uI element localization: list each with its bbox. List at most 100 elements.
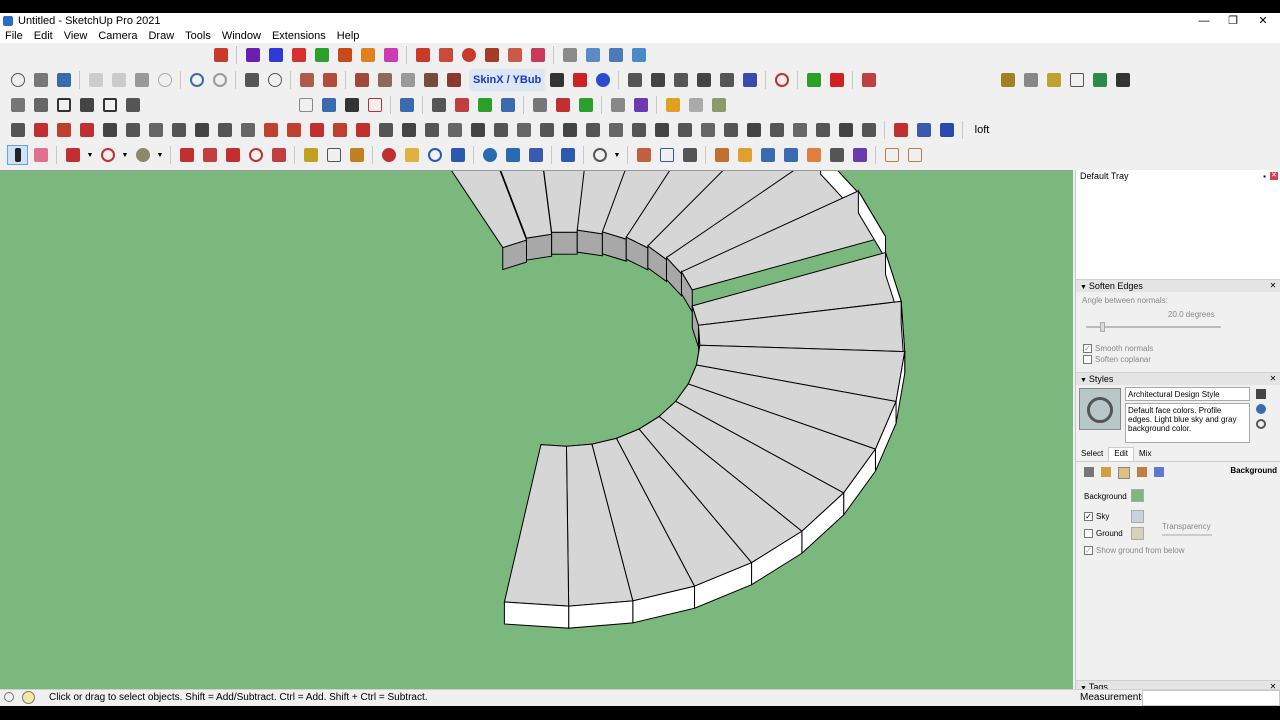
- smooth-normals-row[interactable]: ✓ Smooth normals: [1083, 344, 1153, 354]
- background-settings-icon[interactable]: [1118, 467, 1130, 479]
- tool-icon[interactable]: [651, 120, 672, 140]
- extrude-tool-button[interactable]: [357, 45, 378, 65]
- pipe-icon[interactable]: [607, 95, 628, 115]
- curve-icon[interactable]: [364, 95, 385, 115]
- chevron-down-icon[interactable]: ▼: [120, 145, 130, 165]
- tool-icon[interactable]: [697, 120, 718, 140]
- line-icon[interactable]: [474, 95, 495, 115]
- zoom-extents-icon[interactable]: [447, 145, 468, 165]
- view-iso-icon[interactable]: [582, 45, 603, 65]
- sandbox-icon[interactable]: [1043, 70, 1064, 90]
- curve-icon[interactable]: [318, 95, 339, 115]
- modeling-icon[interactable]: [757, 145, 778, 165]
- component-icon[interactable]: [739, 70, 760, 90]
- modeling-icon[interactable]: [904, 145, 925, 165]
- warehouse-icon[interactable]: [479, 145, 500, 165]
- erase-icon[interactable]: [154, 70, 175, 90]
- tool-icon[interactable]: [513, 120, 534, 140]
- tool-icon[interactable]: [835, 120, 856, 140]
- shape-icon[interactable]: [319, 70, 340, 90]
- curve-icon[interactable]: [341, 95, 362, 115]
- pencil-icon[interactable]: [62, 145, 83, 165]
- bezier-icon[interactable]: [396, 95, 417, 115]
- print-icon[interactable]: [241, 70, 262, 90]
- help-icon[interactable]: [592, 70, 613, 90]
- chevron-down-icon[interactable]: ▼: [155, 145, 165, 165]
- view-top-icon[interactable]: [30, 95, 51, 115]
- pan-icon[interactable]: [401, 145, 422, 165]
- tool-icon[interactable]: [674, 120, 695, 140]
- tool-icon[interactable]: [214, 120, 235, 140]
- info-icon[interactable]: [22, 691, 35, 704]
- tool-icon[interactable]: [99, 120, 120, 140]
- component-icon[interactable]: [693, 70, 714, 90]
- styles-header[interactable]: ▼ Styles ✕: [1076, 372, 1280, 385]
- tool-icon[interactable]: [237, 120, 258, 140]
- sky-row[interactable]: ✓ Sky: [1084, 512, 1109, 522]
- soften-coplanar-row[interactable]: Soften coplanar: [1083, 355, 1151, 365]
- extrude-tool-button[interactable]: [380, 45, 401, 65]
- play-icon[interactable]: [546, 70, 567, 90]
- rotate-icon[interactable]: [245, 145, 266, 165]
- close-icon[interactable]: ✕: [1270, 172, 1278, 180]
- tool-icon[interactable]: [628, 120, 649, 140]
- orbit-icon[interactable]: [378, 145, 399, 165]
- save-icon[interactable]: [53, 70, 74, 90]
- orbit-icon[interactable]: [559, 45, 580, 65]
- style-name-field[interactable]: Architectural Design Style: [1125, 387, 1250, 401]
- axes-icon[interactable]: [1089, 70, 1110, 90]
- copy-icon[interactable]: [108, 70, 129, 90]
- sandbox-icon[interactable]: [1020, 70, 1041, 90]
- update-style-icon[interactable]: [1256, 404, 1266, 414]
- modeling-icon[interactable]: [849, 145, 870, 165]
- component-icon[interactable]: [647, 70, 668, 90]
- view-iso-icon[interactable]: [7, 95, 28, 115]
- tab-mix[interactable]: Mix: [1134, 447, 1156, 461]
- line-tool-icon[interactable]: [633, 145, 654, 165]
- tool-icon[interactable]: [283, 120, 304, 140]
- rotate-tool-icon[interactable]: [679, 145, 700, 165]
- menu-draw[interactable]: Draw: [143, 30, 180, 42]
- tool-icon[interactable]: [890, 120, 911, 140]
- close-icon[interactable]: ✕: [1269, 375, 1277, 383]
- pin-icon[interactable]: ▪: [1263, 170, 1266, 183]
- tool-icon[interactable]: [145, 120, 166, 140]
- shell-icon[interactable]: [552, 95, 573, 115]
- menu-edit[interactable]: Edit: [29, 30, 59, 42]
- paint-bucket-icon[interactable]: [346, 145, 367, 165]
- fredo-icon[interactable]: [630, 95, 651, 115]
- measurements-input[interactable]: [1142, 690, 1280, 706]
- shape-icon[interactable]: [351, 70, 372, 90]
- push-pull-icon[interactable]: [176, 145, 197, 165]
- tool-icon[interactable]: [720, 120, 741, 140]
- skin-ybub-button[interactable]: SkinX / YBub: [469, 69, 546, 91]
- shape-icon[interactable]: [296, 70, 317, 90]
- tool-icon[interactable]: [260, 120, 281, 140]
- tool-icon[interactable]: [421, 120, 442, 140]
- face-settings-icon[interactable]: [1101, 467, 1111, 477]
- tool-icon[interactable]: [122, 120, 143, 140]
- scale-icon[interactable]: [504, 45, 525, 65]
- shape-icon[interactable]: [397, 70, 418, 90]
- zoom-icon[interactable]: [424, 145, 445, 165]
- drawing-viewport[interactable]: [0, 70, 1073, 701]
- paste-icon[interactable]: [131, 70, 152, 90]
- close-button[interactable]: ✕: [1248, 13, 1278, 29]
- tool-icon[interactable]: [191, 120, 212, 140]
- tape-measure-icon[interactable]: [300, 145, 321, 165]
- tool-icon[interactable]: [168, 120, 189, 140]
- select-tool-button[interactable]: [7, 145, 28, 165]
- undo-icon[interactable]: [186, 70, 207, 90]
- modeling-settings-icon[interactable]: [1154, 467, 1164, 477]
- tool-icon[interactable]: [812, 120, 833, 140]
- refresh-icon[interactable]: [1256, 419, 1266, 429]
- component-icon[interactable]: [670, 70, 691, 90]
- angle-slider-thumb[interactable]: [1100, 322, 1105, 332]
- shell-icon[interactable]: [529, 95, 550, 115]
- tab-select[interactable]: Select: [1076, 447, 1108, 461]
- tool-icon[interactable]: [444, 120, 465, 140]
- line-icon[interactable]: [497, 95, 518, 115]
- extrude-tool-button[interactable]: [311, 45, 332, 65]
- tool-icon[interactable]: [30, 120, 51, 140]
- extrude-tool-button[interactable]: [334, 45, 355, 65]
